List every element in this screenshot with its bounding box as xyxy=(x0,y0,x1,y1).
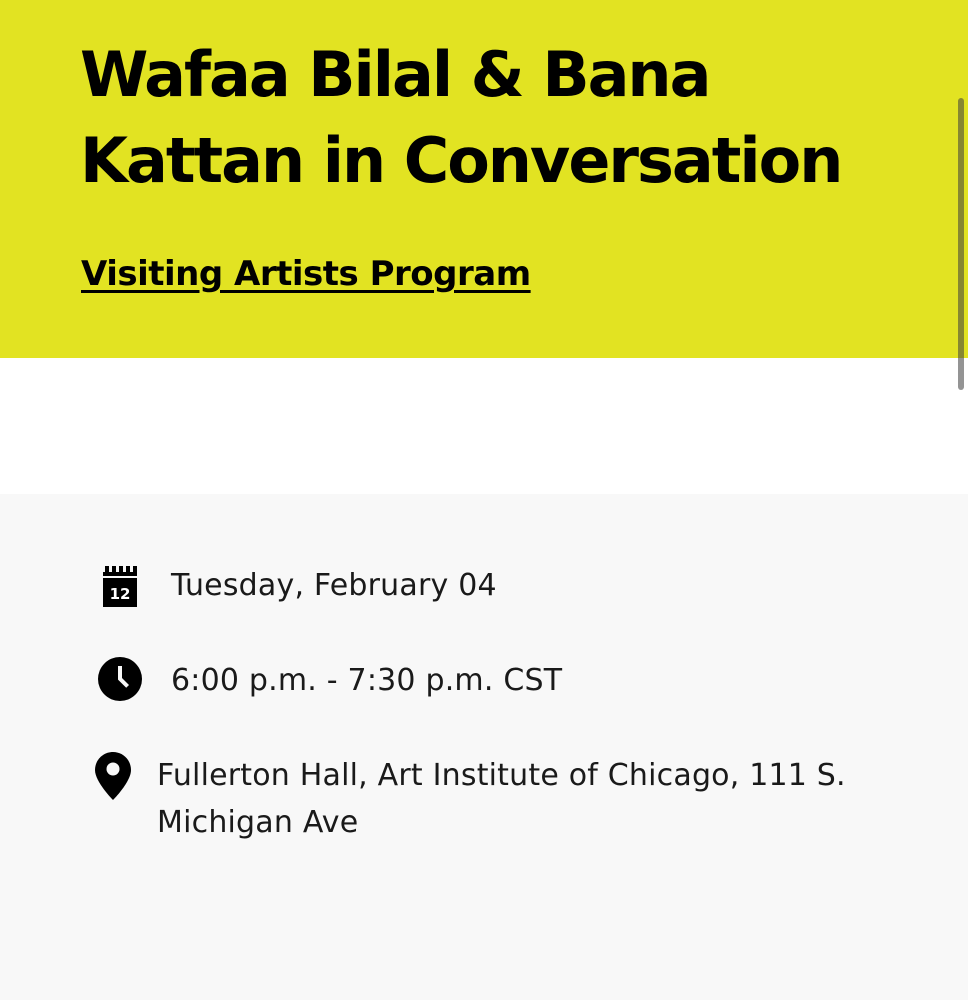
map-pin-icon xyxy=(95,752,131,800)
calendar-icon-day: 12 xyxy=(110,585,131,603)
section-spacer xyxy=(0,358,968,494)
event-date: Tuesday, February 04 xyxy=(171,568,497,603)
date-row: 12 Tuesday, February 04 xyxy=(0,494,968,614)
calendar-icon: 12 xyxy=(102,564,138,608)
time-row: 6:00 p.m. - 7:30 p.m. CST xyxy=(0,614,968,714)
event-header: Wafaa Bilal & Bana Kattan in Conversatio… xyxy=(0,0,968,358)
visiting-artists-program-link[interactable]: Visiting Artists Program xyxy=(81,252,531,296)
event-title: Wafaa Bilal & Bana Kattan in Conversatio… xyxy=(80,38,843,197)
location-row: Fullerton Hall, Art Institute of Chicago… xyxy=(0,714,968,854)
event-details: 12 Tuesday, February 04 6:00 p.m. - 7:30… xyxy=(0,494,968,1000)
scrollbar[interactable] xyxy=(958,98,964,390)
event-time: 6:00 p.m. - 7:30 p.m. CST xyxy=(171,663,563,698)
clock-icon xyxy=(98,657,142,701)
event-page: Wafaa Bilal & Bana Kattan in Conversatio… xyxy=(0,0,968,1000)
event-location: Fullerton Hall, Art Institute of Chicago… xyxy=(157,758,846,840)
